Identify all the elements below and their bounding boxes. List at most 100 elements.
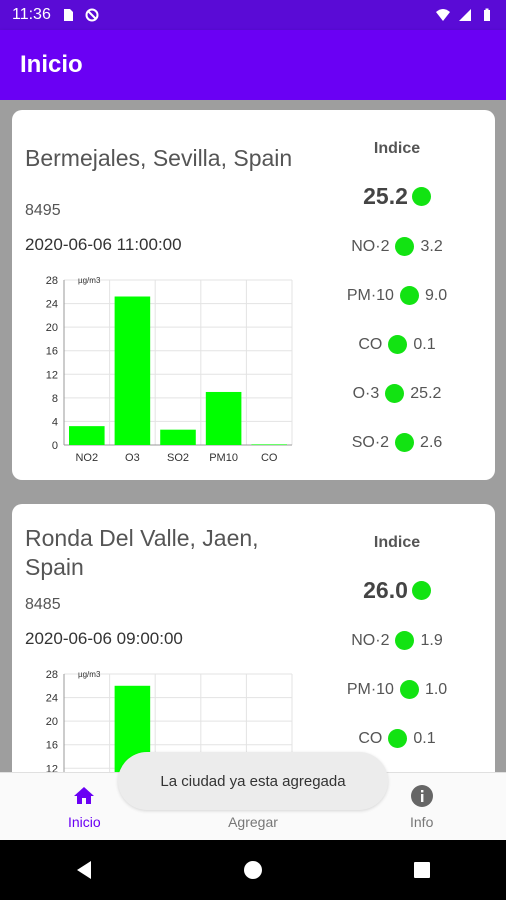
status-dot (411, 581, 431, 600)
y-tick-label: 28 (46, 275, 58, 287)
city-card[interactable]: Ronda Del Valle, Jaen, Spain 8485 2020-0… (12, 504, 495, 772)
pollutant-chart: 0 4 8 12 16 20 24 28 µg/m3 NO2 O3 SO2 PM10 CO (26, 274, 296, 470)
bar (160, 429, 196, 445)
pollutant-list: NO·2 1.9 PM·10 1.0 CO 0.1 (312, 616, 482, 763)
status-dot (388, 729, 408, 748)
status-left: 11:36 (12, 6, 99, 24)
x-tick-label: PM10 (209, 452, 238, 464)
sd-card-icon (63, 9, 73, 21)
app-bar: Inicio (0, 30, 506, 100)
y-tick-label: 24 (46, 299, 58, 311)
y-tick-label: 12 (46, 763, 58, 772)
pollutant-value: 1.9 (420, 631, 443, 649)
system-navigation-bar (0, 840, 506, 900)
status-right (436, 8, 494, 22)
do-not-disturb-icon (85, 8, 99, 22)
measurement-datetime: 2020-06-06 09:00:00 (25, 629, 183, 648)
info-icon (410, 785, 433, 807)
pollutant-row: NO·2 1.9 (312, 616, 482, 665)
signal-icon (459, 9, 471, 21)
bar (69, 426, 105, 445)
status-dot (399, 286, 419, 305)
page-title: Inicio (20, 51, 83, 78)
index-panel: Indice 26.0 NO·2 1.9 PM·10 1.0 CO 0.1 (312, 534, 482, 763)
x-tick-label: NO2 (75, 452, 98, 464)
status-bar: 11:36 (0, 0, 506, 30)
x-tick-label: O3 (125, 452, 140, 464)
bar (205, 391, 242, 445)
wifi-icon (436, 9, 450, 21)
index-panel: Indice 25.2 NO·2 3.2 PM·10 9.0 CO 0.1 O·3 25… (312, 140, 482, 467)
pollutant-value: 1.0 (424, 680, 448, 698)
pollutant-name: NO·2 (351, 631, 390, 649)
pollutant-row: NO·2 3.2 (312, 222, 482, 271)
y-tick-label: 4 (52, 416, 58, 428)
toast-message: La ciudad ya esta agregada (118, 752, 388, 810)
pollutant-row: PM·10 9.0 (312, 271, 482, 320)
toast-text: La ciudad ya esta agregada (160, 772, 346, 790)
pollutant-name: O·3 (352, 384, 380, 402)
station-id: 8495 (25, 202, 61, 219)
pollutant-value: 3.2 (420, 237, 443, 255)
city-name: Ronda Del Valle, Jaen, Spain (25, 525, 259, 580)
pollutant-row: O·3 25.2 (312, 369, 482, 418)
pollutant-row: PM·10 1.0 (312, 665, 482, 714)
status-dot (388, 335, 408, 354)
bar-chart: 0 4 8 12 16 20 24 28 µg/m3 NO2 O3 SO2 PM10 CO (46, 275, 293, 464)
x-tick-label: SO2 (167, 452, 189, 464)
status-dot (395, 433, 415, 452)
y-tick-label: 20 (46, 322, 58, 334)
y-tick-label: 0 (52, 440, 58, 452)
status-dot (411, 187, 431, 206)
pollutant-value: 2.6 (420, 433, 443, 451)
y-tick-label: 16 (46, 346, 58, 358)
pollutant-name: CO (358, 729, 383, 747)
y-tick-label: 12 (46, 369, 58, 381)
pollutant-name: PM·10 (346, 286, 394, 304)
home-icon (74, 787, 95, 804)
recents-icon[interactable] (409, 857, 435, 883)
measurement-datetime: 2020-06-06 11:00:00 (25, 235, 182, 254)
pollutant-value: 0.1 (413, 729, 436, 747)
battery-icon (484, 8, 490, 21)
bar (114, 296, 151, 445)
home-button-icon[interactable] (240, 857, 266, 883)
pollutant-name: PM·10 (346, 680, 394, 698)
pollutant-name: SO·2 (351, 433, 390, 451)
index-row: 26.0 (312, 577, 482, 604)
pollutant-value: 25.2 (410, 384, 442, 402)
pollutant-name: CO (358, 335, 383, 353)
status-dot (395, 237, 415, 256)
pollutant-value: 0.1 (413, 335, 436, 353)
city-list[interactable]: Bermejales, Sevilla, Spain 8495 2020-06-… (0, 100, 506, 772)
back-icon[interactable] (71, 857, 97, 883)
y-tick-label: 24 (46, 693, 58, 705)
indice-label: Indice (373, 534, 421, 551)
y-axis-unit: µg/m3 (78, 276, 101, 285)
pollutant-name: NO·2 (351, 237, 390, 255)
city-card[interactable]: Bermejales, Sevilla, Spain 8495 2020-06-… (12, 110, 495, 480)
index-row: 25.2 (312, 183, 482, 210)
nav-label: Inicio (67, 814, 101, 830)
index-value: 25.2 (363, 183, 408, 209)
y-tick-label: 20 (46, 716, 58, 728)
status-time: 11:36 (12, 6, 51, 23)
station-id: 8485 (25, 596, 61, 613)
nav-label: Info (410, 814, 434, 830)
pollutant-value: 9.0 (424, 286, 448, 304)
pollutant-row: CO 0.1 (312, 320, 482, 369)
y-axis-unit: µg/m3 (78, 670, 101, 679)
x-tick-label: CO (261, 452, 278, 464)
nav-label: Agregar (228, 814, 278, 830)
y-tick-label: 8 (52, 393, 58, 405)
y-tick-label: 16 (46, 740, 58, 752)
indice-label: Indice (373, 140, 421, 157)
status-dot (395, 631, 415, 650)
pollutant-row: SO·2 2.6 (312, 418, 482, 467)
index-value: 26.0 (363, 577, 408, 603)
city-name: Bermejales, Sevilla, Spain (25, 145, 293, 171)
status-dot (399, 680, 419, 699)
y-tick-label: 28 (46, 669, 58, 681)
pollutant-list: NO·2 3.2 PM·10 9.0 CO 0.1 O·3 25.2 SO·2 2.6 (312, 222, 482, 467)
status-dot (385, 384, 405, 403)
